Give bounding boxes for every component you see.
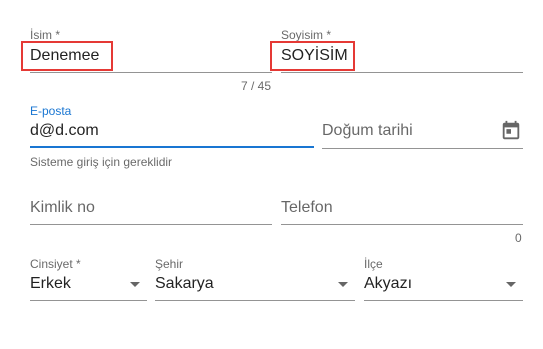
district-select[interactable]: İlçe Akyazı	[364, 255, 523, 301]
gender-label: Cinsiyet *	[30, 257, 81, 271]
first-name-label: İsim *	[30, 28, 60, 42]
last-name-underline	[281, 72, 523, 73]
city-value: Sakarya	[155, 275, 214, 292]
last-name-highlight	[270, 41, 355, 71]
city-underline	[155, 300, 355, 301]
email-label: E-posta	[30, 104, 72, 118]
gender-value: Erkek	[30, 275, 71, 292]
birth-date-field[interactable]: Doğum tarihi	[322, 115, 523, 149]
email-input[interactable]: d@d.com	[30, 122, 99, 140]
email-field[interactable]: E-posta d@d.com	[30, 103, 314, 149]
chevron-down-icon[interactable]	[506, 282, 516, 287]
first-name-counter: 7 / 45	[241, 79, 272, 93]
first-name-highlight	[21, 41, 113, 71]
city-label: Şehir	[155, 257, 184, 271]
gender-select[interactable]: Cinsiyet * Erkek	[30, 255, 147, 301]
city-select[interactable]: Şehir Sakarya	[155, 255, 355, 301]
email-underline	[30, 146, 314, 148]
birth-date-placeholder: Doğum tarihi	[322, 122, 413, 139]
birth-date-underline	[322, 148, 523, 149]
id-number-placeholder: Kimlik no	[30, 199, 95, 216]
calendar-icon[interactable]	[500, 120, 522, 142]
phone-placeholder: Telefon	[281, 199, 333, 216]
id-number-underline	[30, 224, 272, 225]
id-number-field[interactable]: Kimlik no	[30, 192, 272, 225]
district-underline	[364, 300, 523, 301]
chevron-down-icon[interactable]	[130, 282, 140, 287]
gender-underline	[30, 300, 147, 301]
district-value: Akyazı	[364, 275, 413, 292]
last-name-label: Soyisim *	[281, 28, 332, 42]
phone-underline	[281, 224, 523, 225]
phone-field[interactable]: Telefon	[281, 192, 523, 225]
first-name-underline	[30, 72, 272, 73]
chevron-down-icon[interactable]	[338, 282, 348, 287]
phone-counter: 0	[515, 231, 522, 245]
email-helper-text: Sisteme giriş için gereklidir	[30, 155, 173, 169]
district-label: İlçe	[364, 257, 383, 271]
